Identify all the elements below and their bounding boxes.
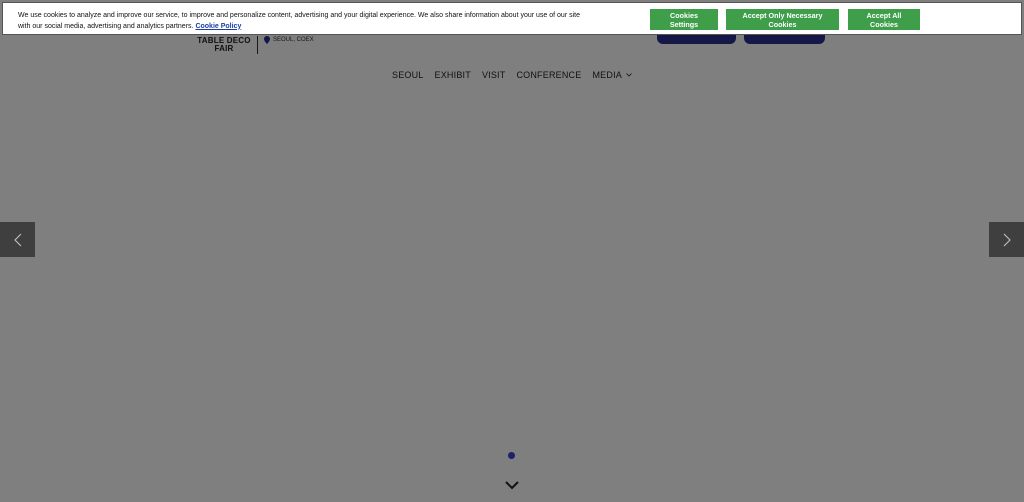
cookies-settings-button[interactable]: Cookies Settings [650,9,718,30]
chevron-left-icon [13,233,21,246]
accept-necessary-cookies-button[interactable]: Accept Only Necessary Cookies [726,9,839,30]
chevron-right-icon [1003,233,1011,246]
slider-next-button[interactable] [989,222,1024,257]
modal-overlay [0,0,1024,502]
cookie-message: We use cookies to analyze and improve ou… [18,12,580,30]
cookie-banner: We use cookies to analyze and improve ou… [2,2,1022,35]
accept-all-cookies-button[interactable]: Accept All Cookies [848,9,920,30]
slider-dot[interactable] [508,452,515,459]
chevron-down-icon[interactable] [504,480,520,490]
cookie-banner-text: We use cookies to analyze and improve ou… [18,11,588,32]
cookie-policy-link[interactable]: Cookie Policy [195,23,241,30]
slider-prev-button[interactable] [0,222,35,257]
